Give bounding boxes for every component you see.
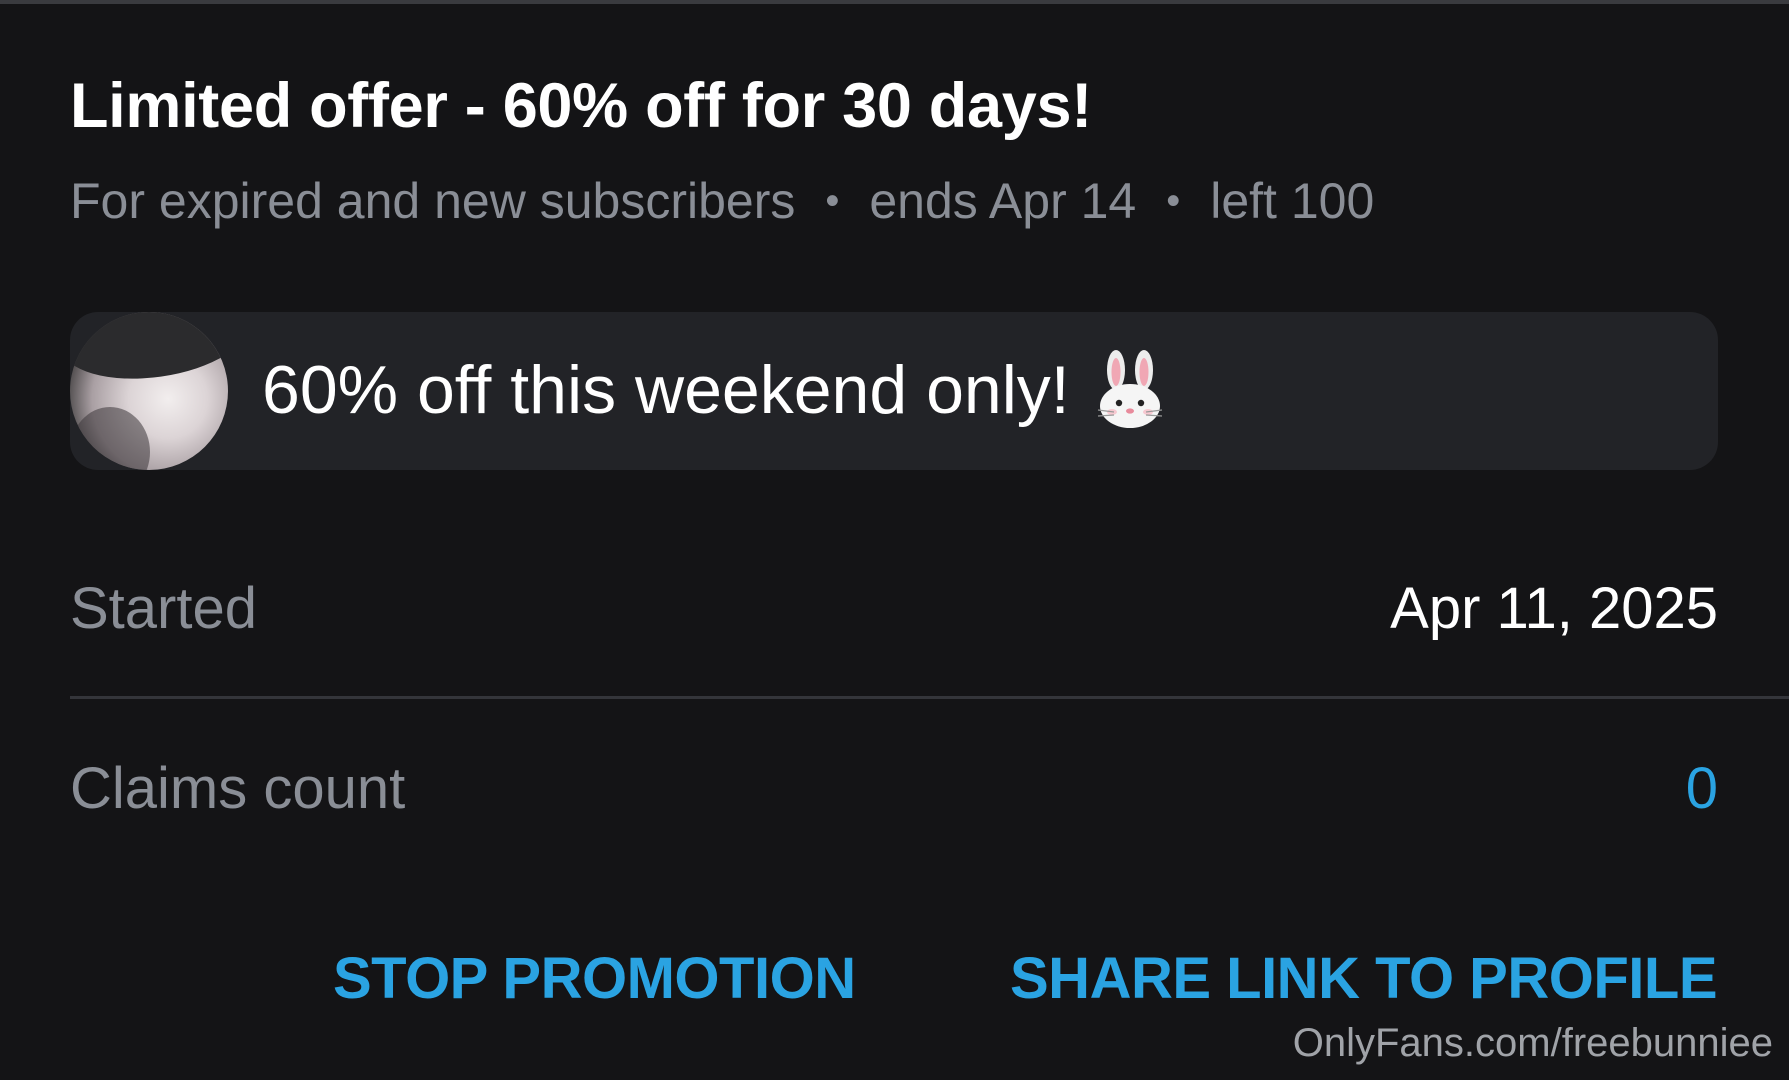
promotion-screen: Limited offer - 60% off for 30 days! For… xyxy=(0,0,1789,1080)
offer-meta: For expired and new subscribers • ends A… xyxy=(70,172,1374,230)
avatar xyxy=(70,312,228,470)
top-divider xyxy=(0,0,1789,4)
promotion-message: 60% off this weekend only! xyxy=(262,350,1166,430)
offer-audience: For expired and new subscribers xyxy=(70,173,796,229)
watermark: OnlyFans.com/freebunniee xyxy=(1292,1021,1773,1065)
offer-remaining: left 100 xyxy=(1210,173,1375,229)
claims-row: Claims count 0 xyxy=(70,755,1718,825)
promotion-message-text: 60% off this weekend only! xyxy=(262,352,1070,428)
claims-count-link[interactable]: 0 xyxy=(1686,755,1718,822)
offer-title: Limited offer - 60% off for 30 days! xyxy=(70,71,1092,141)
rabbit-face-icon xyxy=(1094,350,1166,430)
claims-label: Claims count xyxy=(70,756,406,821)
offer-end-date: ends Apr 14 xyxy=(869,173,1137,229)
started-value: Apr 11, 2025 xyxy=(1390,576,1718,641)
started-label: Started xyxy=(70,576,257,641)
meta-separator: • xyxy=(825,178,840,223)
meta-separator: • xyxy=(1166,178,1181,223)
share-link-button[interactable]: SHARE LINK TO PROFILE xyxy=(1010,945,1718,1012)
row-divider xyxy=(70,696,1789,699)
started-row: Started Apr 11, 2025 xyxy=(70,575,1718,645)
stop-promotion-button[interactable]: STOP PROMOTION xyxy=(333,945,856,1012)
